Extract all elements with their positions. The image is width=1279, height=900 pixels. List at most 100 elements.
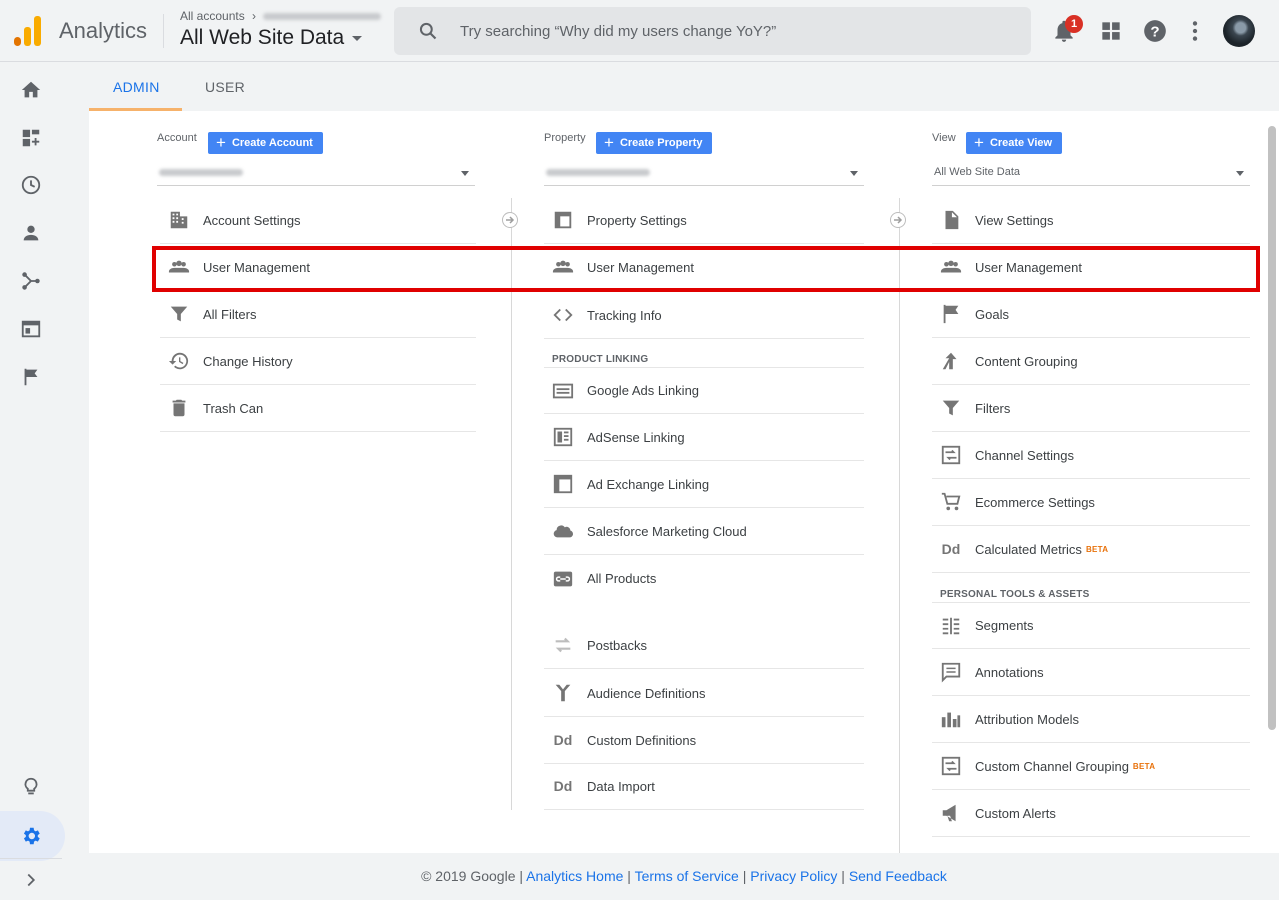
item-label: Segments — [975, 618, 1034, 633]
behavior-icon[interactable] — [20, 318, 42, 340]
goals-item[interactable]: Goals — [932, 291, 1250, 338]
view-select[interactable]: All Web Site Data — [932, 159, 1250, 186]
megaphone-icon — [940, 802, 962, 824]
account-trash-can-item[interactable]: Trash Can — [160, 385, 476, 432]
account-all-filters-item[interactable]: All Filters — [160, 291, 476, 338]
item-label: Google Ads Linking — [587, 383, 700, 398]
building-icon — [168, 209, 190, 231]
apps-icon[interactable] — [1098, 18, 1124, 44]
create-property-button[interactable]: + Create Property — [596, 132, 713, 154]
search-input[interactable] — [460, 7, 1010, 55]
conversions-icon[interactable] — [20, 366, 42, 388]
nav-divider — [0, 858, 62, 859]
attribution-models-item[interactable]: Attribution Models — [932, 696, 1250, 743]
more-icon[interactable] — [1182, 18, 1208, 44]
item-label: Goals — [975, 306, 1009, 322]
footer-separator: | — [841, 868, 845, 884]
beta-badge: BETA — [1132, 761, 1156, 771]
dropdown-caret-icon — [850, 171, 858, 176]
adsense-linking-item[interactable]: AdSense Linking — [544, 414, 864, 461]
property-settings-icon — [552, 209, 574, 231]
tab-user[interactable]: USER — [205, 79, 245, 95]
active-tab-indicator — [89, 108, 182, 111]
segments-item[interactable]: Segments — [932, 602, 1250, 649]
terms-of-service-link[interactable]: Terms of Service — [635, 868, 739, 884]
create-account-button[interactable]: + Create Account — [208, 132, 323, 154]
svg-text:?: ? — [1150, 23, 1159, 40]
create-account-label: Create Account — [231, 137, 313, 149]
item-label: View Settings — [975, 212, 1054, 228]
realtime-icon[interactable] — [20, 174, 42, 196]
content-grouping-item[interactable]: Content Grouping — [932, 338, 1250, 385]
account-settings-item[interactable]: Account Settings — [160, 197, 476, 244]
account-change-history-item[interactable]: Change History — [160, 338, 476, 385]
all-products-item[interactable]: All Products — [544, 555, 864, 602]
item-label: Account Settings — [203, 212, 301, 228]
privacy-policy-link[interactable]: Privacy Policy — [750, 868, 837, 884]
expand-icon[interactable] — [20, 869, 42, 891]
customization-icon[interactable] — [20, 127, 42, 149]
property-select[interactable] — [544, 159, 864, 186]
audience-definitions-item[interactable]: Audience Definitions — [544, 670, 864, 717]
item-label: Salesforce Marketing Cloud — [587, 523, 747, 539]
channel-settings-item[interactable]: Channel Settings — [932, 432, 1250, 479]
flag-icon — [940, 303, 962, 325]
ecommerce-settings-item[interactable]: Ecommerce Settings — [932, 479, 1250, 526]
app-name: Analytics — [59, 18, 148, 43]
data-import-item[interactable]: Dd Data Import — [544, 763, 864, 810]
audience-icon[interactable] — [20, 222, 42, 244]
account-breadcrumb[interactable]: All accounts › — [180, 9, 382, 23]
account-label: Account — [157, 132, 197, 144]
tab-admin[interactable]: ADMIN — [113, 79, 160, 95]
left-nav — [0, 63, 65, 900]
custom-channel-grouping-item[interactable]: Custom Channel Grouping BETA — [932, 743, 1250, 790]
discover-icon[interactable] — [20, 776, 42, 798]
salesforce-marketing-cloud-item[interactable]: Salesforce Marketing Cloud — [544, 508, 864, 555]
ad-exchange-linking-item[interactable]: Ad Exchange Linking — [544, 461, 864, 508]
item-label: Custom Alerts — [975, 805, 1056, 821]
account-select[interactable] — [157, 159, 475, 186]
view-settings-item[interactable]: View Settings — [932, 197, 1250, 244]
item-label: Change History — [203, 353, 293, 369]
custom-alerts-item[interactable]: Custom Alerts — [932, 790, 1250, 837]
property-settings-item[interactable]: Property Settings — [544, 197, 864, 244]
view-selector[interactable]: All Web Site Data — [180, 26, 363, 50]
custom-definitions-item[interactable]: Dd Custom Definitions — [544, 717, 864, 764]
create-view-button[interactable]: + Create View — [966, 132, 1063, 154]
scrollbar[interactable] — [1268, 126, 1276, 730]
filters-item[interactable]: Filters — [932, 385, 1250, 432]
send-feedback-link[interactable]: Send Feedback — [849, 868, 947, 884]
analytics-logo[interactable] — [14, 16, 42, 46]
help-icon[interactable]: ? — [1142, 18, 1168, 44]
item-label: All Products — [587, 571, 657, 586]
history-icon — [168, 350, 190, 372]
view-title: All Web Site Data — [180, 26, 345, 49]
item-label: Ecommerce Settings — [975, 494, 1095, 510]
breadcrumb-root[interactable]: All accounts — [180, 9, 245, 23]
arrow-right-icon — [502, 212, 518, 228]
admin-gear-icon[interactable] — [20, 825, 42, 847]
acquisition-icon[interactable] — [20, 270, 42, 292]
item-label: Content Grouping — [975, 353, 1078, 369]
adsense-icon — [552, 426, 574, 448]
avatar[interactable] — [1223, 15, 1255, 47]
annotations-item[interactable]: Annotations — [932, 649, 1250, 696]
property-tracking-info-item[interactable]: Tracking Info — [544, 292, 864, 339]
item-label: Channel Settings — [975, 447, 1075, 463]
dropdown-caret-icon — [1236, 171, 1244, 176]
dd-icon: Dd — [553, 778, 573, 794]
analytics-home-link[interactable]: Analytics Home — [526, 868, 623, 884]
channel-grouping-icon — [940, 755, 962, 777]
search-bar[interactable] — [394, 7, 1031, 55]
segments-icon — [940, 615, 962, 637]
create-property-label: Create Property — [619, 137, 703, 149]
calculated-metrics-item[interactable]: Dd Calculated Metrics BETA — [932, 526, 1250, 573]
chevron-down-icon — [352, 35, 363, 41]
item-label: All Filters — [203, 306, 257, 322]
google-ads-linking-item[interactable]: Google Ads Linking — [544, 367, 864, 414]
home-icon[interactable] — [20, 79, 42, 101]
item-label: Custom Channel Grouping — [975, 758, 1129, 774]
postbacks-item[interactable]: Postbacks — [544, 622, 864, 669]
header-divider — [163, 14, 164, 48]
admin-nav-active[interactable] — [0, 811, 65, 861]
